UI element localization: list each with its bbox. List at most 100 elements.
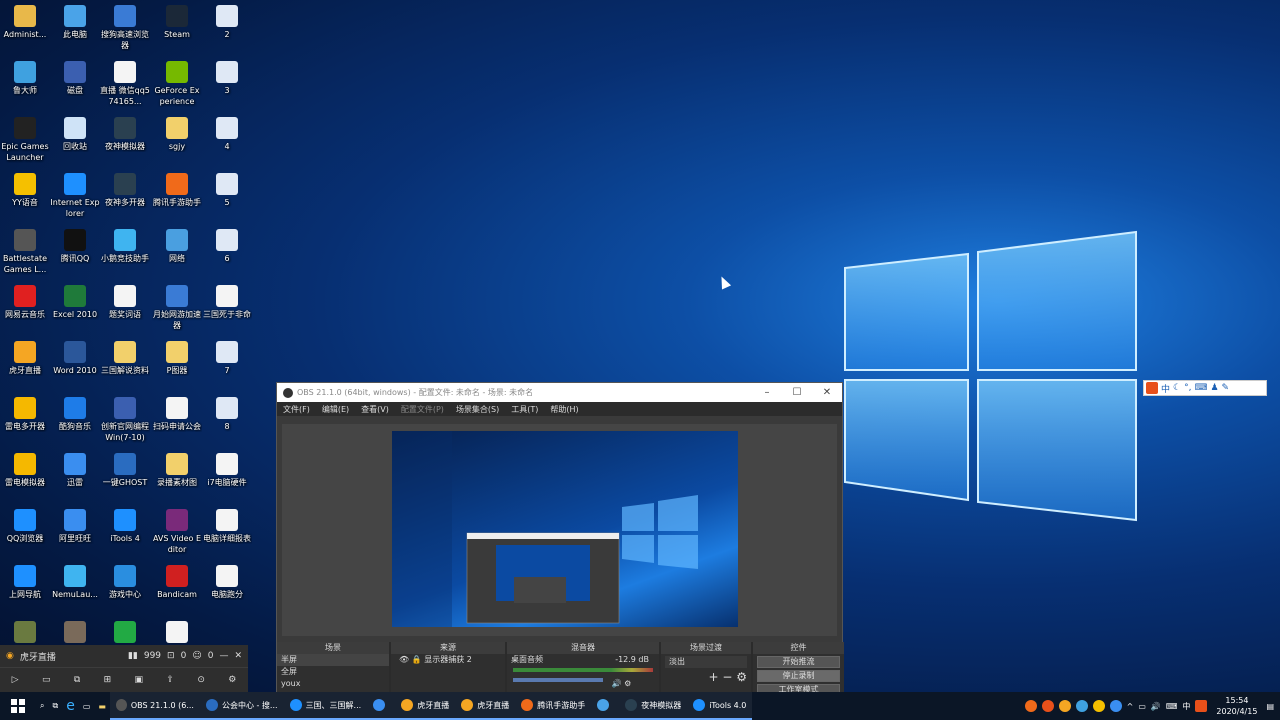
desktop-icon[interactable]: 游戏中心 xyxy=(100,562,150,600)
desktop-icon[interactable]: 回收站 xyxy=(50,114,100,152)
desktop-icon[interactable]: Steam xyxy=(152,2,202,40)
gift-icon[interactable]: ⊞ xyxy=(104,675,112,685)
desktop-icon[interactable]: 3 xyxy=(202,58,252,96)
obs-title-bar[interactable]: OBS 21.1.0 (64bit, windows) - 配置文件: 未命名 … xyxy=(277,383,842,402)
menu-help[interactable]: 帮助(H) xyxy=(544,404,584,415)
desktop-icon[interactable]: 录播素材图 xyxy=(152,450,202,488)
desktop-icon[interactable]: 网络 xyxy=(152,226,202,264)
desktop-icon[interactable]: 此电脑 xyxy=(50,2,100,40)
desktop-icon[interactable]: 磁盘 xyxy=(50,58,100,96)
taskbar-search-icon[interactable]: ⌕ xyxy=(36,692,48,720)
desktop-icon[interactable]: 8 xyxy=(202,394,252,432)
desktop-icon[interactable]: 小鹅竞技助手 xyxy=(100,226,150,264)
clock[interactable]: 15:54 2020/4/15 xyxy=(1212,695,1261,717)
tray-sogou-ime-icon[interactable] xyxy=(1195,700,1208,712)
desktop-icon[interactable]: 雷电多开器 xyxy=(0,394,50,432)
tray-sogou-icon[interactable] xyxy=(1041,700,1054,712)
desktop-icon[interactable]: AVS Video Editor xyxy=(152,506,202,555)
start-button[interactable] xyxy=(0,692,36,720)
taskbar-task[interactable] xyxy=(591,692,620,720)
gift-settings-icon[interactable]: ⧉ xyxy=(74,675,80,685)
desktop-icon[interactable]: 雷电模拟器 xyxy=(0,450,50,488)
scene-item[interactable]: 全屏 xyxy=(277,666,389,678)
taskbar-task[interactable]: 夜神模拟器 xyxy=(619,692,688,720)
start-stream-button[interactable]: 开始推流 xyxy=(757,656,840,668)
desktop-icon[interactable]: 题奖词语 xyxy=(100,282,150,320)
desktop-icon[interactable]: 酷狗音乐 xyxy=(50,394,100,432)
mixer-gear-icon[interactable]: ⚙ xyxy=(624,679,631,688)
ime-mode-label[interactable]: 中 xyxy=(1161,382,1170,395)
settings-wrench-icon[interactable]: ✎ xyxy=(1222,383,1230,393)
desktop-icon[interactable]: GeForce Experience xyxy=(152,58,202,107)
collapse-icon[interactable]: — xyxy=(219,651,228,661)
desktop-icon[interactable]: Battlestate Games L... xyxy=(0,226,50,275)
taskbar-task[interactable]: 虎牙直播 xyxy=(455,692,516,720)
scene-item[interactable]: youx xyxy=(277,678,389,690)
desktop-icon[interactable]: 虎牙直播 xyxy=(0,338,50,376)
punctuation-icon[interactable]: °, xyxy=(1184,383,1191,393)
scene-item[interactable]: 半屏 xyxy=(277,654,389,666)
settings-icon[interactable]: ⚙ xyxy=(228,675,236,685)
desktop-icon[interactable]: 夜神模拟器 xyxy=(100,114,150,152)
desktop-icon[interactable]: 夜神多开器 xyxy=(100,170,150,208)
tray-volume-icon[interactable]: 🔊 xyxy=(1151,702,1161,711)
menu-scene-collection[interactable]: 场景集合(S) xyxy=(450,404,505,415)
share-icon[interactable]: ⇪ xyxy=(166,675,174,685)
desktop-icon[interactable]: i7电脑硬件 xyxy=(202,450,252,488)
tray-yy-icon[interactable] xyxy=(1092,700,1105,712)
notification-icon[interactable]: ▤ xyxy=(1266,702,1274,711)
desktop-icon[interactable]: Internet Explorer xyxy=(50,170,100,219)
desktop-icon[interactable]: Administ... xyxy=(0,2,50,40)
taskbar-task[interactable]: OBS 21.1.0 (6... xyxy=(109,692,200,720)
obs-window[interactable]: OBS 21.1.0 (64bit, windows) - 配置文件: 未命名 … xyxy=(276,382,844,696)
desktop-icon[interactable]: Excel 2010 xyxy=(50,282,100,320)
desktop-icon[interactable]: 扫码申请公会 xyxy=(152,394,202,432)
desktop-icon[interactable]: 电脑跑分 xyxy=(202,562,252,600)
desktop-icon[interactable]: 5 xyxy=(202,170,252,208)
taskbar-task[interactable]: 公会中心 - 搜... xyxy=(199,692,284,720)
desktop-icon[interactable]: iTools 4 xyxy=(100,506,150,544)
maximize-icon[interactable]: ☐ xyxy=(782,387,812,398)
desktop-icon[interactable]: 上网导航 xyxy=(0,562,50,600)
taskbar-task[interactable]: 三国、三国解... xyxy=(283,692,368,720)
desktop-icon[interactable]: 阿里旺旺 xyxy=(50,506,100,544)
huya-live-widget[interactable]: ◉ 虎牙直播 ▮▮ 999 ⊡ 0 ☺ 0 — ✕ ▷ ▭ ⧉ ⊞ ▣ ⇪ ⊙ … xyxy=(0,645,248,692)
taskbar-ie-icon[interactable]: e xyxy=(62,692,79,720)
sogou-ime-icon[interactable] xyxy=(1146,382,1158,394)
volume-slider[interactable] xyxy=(513,678,603,682)
desktop-icon[interactable] xyxy=(0,618,50,645)
desktop-icon[interactable]: Epic Games Launcher xyxy=(0,114,50,163)
desktop-icon[interactable]: 2 xyxy=(202,2,252,40)
remove-icon[interactable]: − xyxy=(722,670,732,684)
skin-icon[interactable]: ♟ xyxy=(1210,383,1218,393)
taskbar-task[interactable]: 虎牙直播 xyxy=(395,692,456,720)
menu-view[interactable]: 查看(V) xyxy=(355,404,395,415)
desktop-icon[interactable]: 4 xyxy=(202,114,252,152)
keyboard-icon[interactable]: ⌨ xyxy=(1194,383,1207,393)
tray-keyboard-icon[interactable]: ⌨ xyxy=(1166,702,1178,711)
tray-huya-icon[interactable] xyxy=(1058,700,1071,712)
desktop-icon[interactable]: 一键GHOST xyxy=(100,450,150,488)
desktop-icon[interactable]: 腾讯手游助手 xyxy=(152,170,202,208)
desktop-icon[interactable]: 电脑详细报表 xyxy=(202,506,252,544)
tray-chevron-icon[interactable]: ^ xyxy=(1127,702,1134,711)
desktop-icon[interactable] xyxy=(152,618,202,645)
source-item[interactable]: 👁 🔒 显示器捕获 2 xyxy=(391,654,505,666)
menu-file[interactable]: 文件(F) xyxy=(277,404,316,415)
camera-icon[interactable]: ▣ xyxy=(135,675,144,685)
ime-toolbar[interactable]: 中 ☾ °, ⌨ ♟ ✎ xyxy=(1143,380,1267,396)
play-icon[interactable]: ▷ xyxy=(12,675,19,685)
chat-icon[interactable]: ▭ xyxy=(42,675,51,685)
taskbar-task[interactable] xyxy=(367,692,396,720)
desktop-icon[interactable]: YY语音 xyxy=(0,170,50,208)
menu-profile[interactable]: 配置文件(P) xyxy=(395,404,450,415)
tray-network-icon[interactable]: ▭ xyxy=(1138,702,1146,711)
tray-ime-label[interactable]: 中 xyxy=(1182,701,1190,712)
desktop-icon[interactable]: 迅雷 xyxy=(50,450,100,488)
desktop-icon[interactable]: 三国解说资料 xyxy=(100,338,150,376)
tray-tencent-icon[interactable] xyxy=(1024,700,1037,712)
taskbar-task[interactable]: iTools 4.0 xyxy=(687,692,753,720)
menu-edit[interactable]: 编辑(E) xyxy=(316,404,355,415)
obs-preview[interactable] xyxy=(282,424,837,636)
desktop-icon[interactable]: 6 xyxy=(202,226,252,264)
